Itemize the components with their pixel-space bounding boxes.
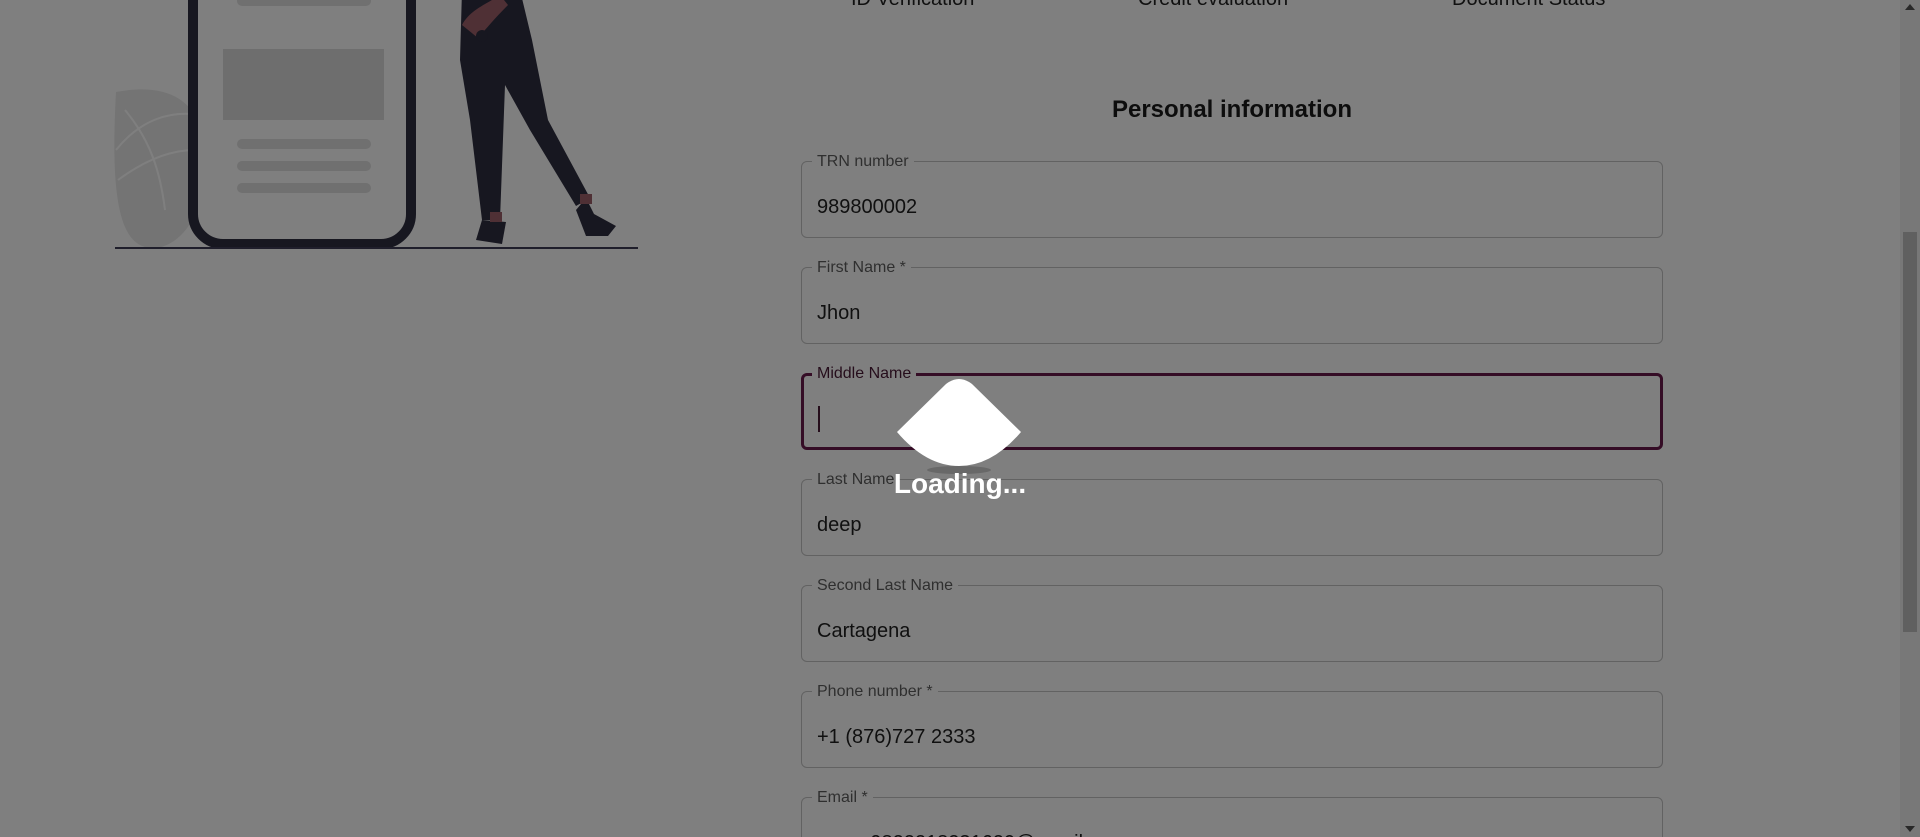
- loading-text: Loading...: [893, 468, 1027, 499]
- loading-overlay: Loading...: [0, 0, 1920, 837]
- loading-spinner-icon: [897, 379, 1021, 474]
